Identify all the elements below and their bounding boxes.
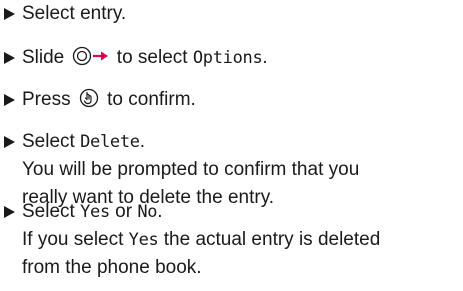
step-text: . bbox=[157, 201, 163, 222]
step-text: Select bbox=[22, 201, 81, 222]
step-text: You will be prompted to confirm that you bbox=[22, 159, 360, 180]
step-instruction-line: Select entry. bbox=[4, 0, 459, 28]
step-text: If you select bbox=[22, 229, 129, 250]
step-text: . bbox=[262, 47, 268, 68]
step-note-line: If you select Yes the actual entry is de… bbox=[4, 226, 459, 254]
step-text: Press bbox=[22, 89, 76, 110]
step-text: or bbox=[109, 201, 138, 222]
bullet-triangle-icon bbox=[4, 136, 15, 148]
nav-key-right-icon bbox=[72, 46, 110, 66]
step-instruction-line: Press to confirm. bbox=[4, 86, 459, 114]
step-instruction-line: Slide to select Options. bbox=[4, 44, 459, 72]
step-text: . bbox=[139, 131, 145, 152]
instruction-step: Select Yes or No. If you select Yes the a… bbox=[4, 198, 459, 282]
bullet-triangle-icon bbox=[4, 52, 15, 64]
step-text: Select entry. bbox=[22, 3, 127, 24]
instruction-step: Press to confirm. bbox=[4, 86, 459, 114]
bullet-triangle-icon bbox=[4, 94, 15, 106]
instruction-step: Select entry. bbox=[4, 0, 459, 28]
menu-term: Yes bbox=[80, 202, 110, 222]
menu-term: Yes bbox=[128, 230, 159, 250]
instruction-list: Select entry. Slide to select Options. Pre… bbox=[0, 0, 463, 291]
menu-term: Options bbox=[192, 48, 263, 68]
step-text: to confirm. bbox=[101, 89, 196, 110]
step-instruction-line: Select Yes or No. bbox=[4, 198, 459, 226]
menu-term: No bbox=[137, 202, 158, 222]
bullet-triangle-icon bbox=[4, 206, 15, 218]
bullet-triangle-icon bbox=[4, 8, 15, 20]
step-text: Select bbox=[22, 131, 81, 152]
instruction-step: Slide to select Options. bbox=[4, 44, 459, 72]
step-text: from the phone book. bbox=[22, 257, 202, 278]
step-note-line: from the phone book. bbox=[4, 254, 459, 282]
step-instruction-line: Select Delete. bbox=[4, 128, 459, 156]
step-text: to select bbox=[111, 47, 193, 68]
step-text: the actual entry is deleted bbox=[158, 229, 381, 250]
menu-term: Delete bbox=[80, 132, 140, 152]
step-text: Slide bbox=[22, 47, 70, 68]
step-note-line: You will be prompted to confirm that you bbox=[4, 156, 459, 184]
press-key-icon bbox=[78, 88, 100, 108]
